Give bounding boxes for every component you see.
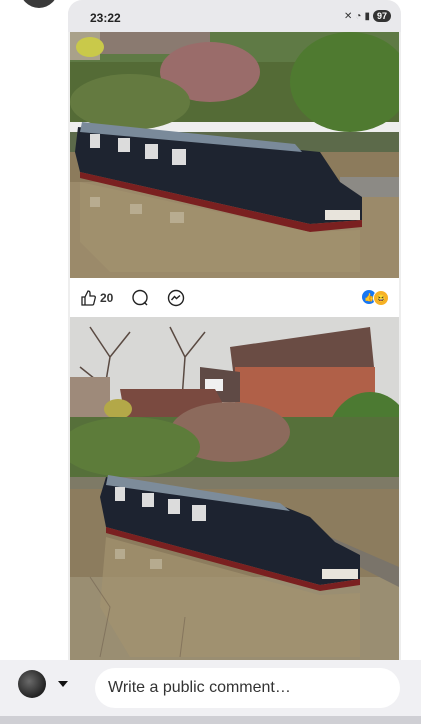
comment-placeholder: Write a public comment… [108, 679, 291, 696]
haha-reaction-icon: 😆 [373, 290, 389, 306]
mute-icon: ✕ [344, 10, 353, 22]
like-button[interactable]: 20 [80, 289, 114, 306]
post-action-bar: 20 👍 😆 [70, 278, 399, 317]
reactions-summary[interactable]: 👍 😆 [362, 290, 389, 306]
screenshot-phone: 23:22 ✕ ◔ ▮ 97 20 👍 😆 [68, 0, 401, 660]
comment-icon [132, 289, 149, 305]
battery-icon: 97 [372, 10, 391, 22]
comment-button[interactable] [131, 289, 149, 307]
wifi-icon: ◔ [355, 10, 362, 22]
messenger-icon [168, 289, 185, 306]
status-time: 23:22 [90, 11, 121, 25]
like-count: 20 [100, 290, 114, 305]
messenger-share-button[interactable] [167, 289, 185, 307]
avatar [18, 670, 46, 698]
boat-photo-2[interactable] [70, 317, 399, 660]
left-margin [0, 0, 68, 660]
boat-photo-1[interactable] [70, 32, 399, 278]
status-bar: 23:22 ✕ ◔ ▮ 97 [68, 0, 401, 32]
like-icon [81, 289, 96, 306]
signal-icon: ▮ [364, 10, 370, 22]
comment-identity-switcher[interactable] [18, 670, 68, 698]
bottom-divider [0, 716, 421, 724]
status-icons: ✕ ◔ ▮ 97 [344, 10, 391, 22]
right-margin [401, 0, 421, 660]
chevron-down-icon [58, 681, 68, 687]
comment-input[interactable]: Write a public comment… [95, 668, 400, 708]
profile-avatar[interactable] [20, 0, 58, 8]
